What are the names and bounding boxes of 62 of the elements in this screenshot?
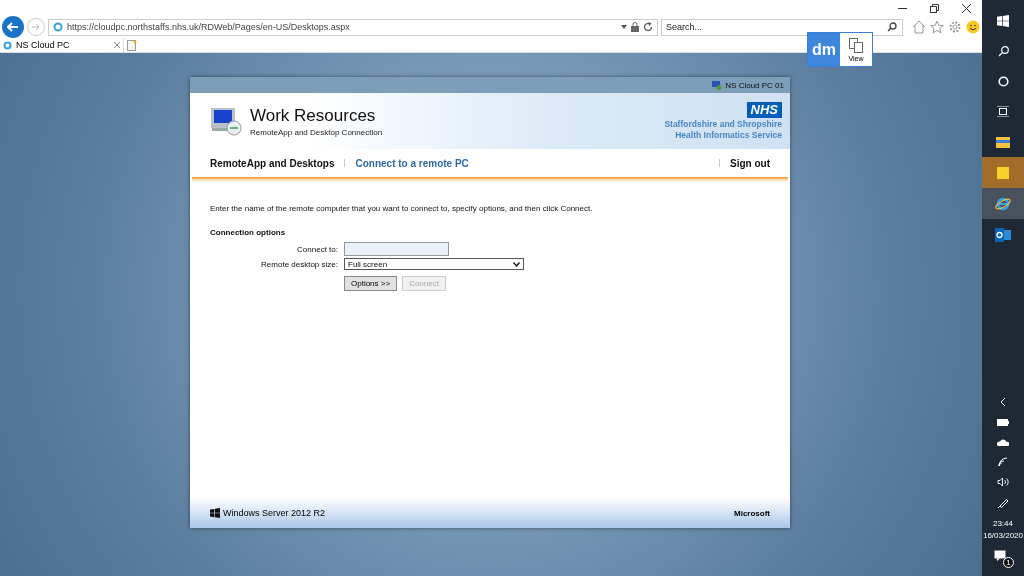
back-button[interactable]: [2, 16, 24, 38]
nav-link[interactable]: RemoteApp and Desktops: [210, 157, 335, 169]
chevron-down-icon: [513, 261, 520, 267]
footer-brand: Microsoft: [734, 508, 770, 518]
field-label: Connect to:: [296, 244, 339, 254]
nav-link[interactable]: Connect to a remote PC: [355, 157, 469, 169]
arrow-right-icon: [31, 23, 41, 31]
settings-icon[interactable]: [948, 20, 962, 34]
refresh-icon[interactable]: [643, 22, 653, 32]
computer-name-field[interactable]: [344, 242, 449, 256]
sign-out-link[interactable]: Sign out: [730, 157, 770, 169]
footer-product: Windows Server 2012 R2: [223, 508, 326, 518]
search-icon[interactable]: [887, 21, 897, 32]
section-heading: Connection options: [210, 228, 287, 237]
mail-o-icon: [995, 227, 1011, 242]
start-icon[interactable]: [997, 15, 1009, 27]
speaker-icon[interactable]: [997, 477, 1009, 487]
home-icon[interactable]: [912, 20, 926, 34]
address-bar[interactable]: https://cloudpc.northstaffs.nhs.uk/RDWeb/Pages/en-US/Desktops.aspx: [48, 18, 658, 36]
page-subtitle: RemoteApp and Desktop Connection: [250, 127, 383, 137]
pen-icon[interactable]: [997, 496, 1009, 508]
padlock-icon: [631, 22, 639, 32]
new-tab-icon[interactable]: [127, 39, 137, 51]
arrow-left-icon: [7, 22, 19, 32]
page-e-icon: [53, 22, 63, 32]
notifications-icon[interactable]: [994, 550, 1006, 561]
dropdown-caret-icon[interactable]: [621, 25, 627, 29]
folder-icon: [996, 135, 1010, 148]
battery-icon[interactable]: [997, 418, 1009, 426]
star-icon[interactable]: [930, 20, 944, 34]
copy-pages-icon: [848, 37, 864, 53]
org-name: Staffordshire and Shropshire: [664, 119, 782, 129]
field-label: Remote desktop size:: [260, 259, 339, 269]
remote-pc-icon: [712, 80, 723, 90]
page-title: Work Resources: [250, 105, 377, 126]
search-field[interactable]: Search...: [661, 18, 903, 36]
windows-logo-icon: [210, 508, 220, 518]
close-tab-icon[interactable]: [114, 42, 120, 48]
browser-tab[interactable]: NS Cloud PC: [0, 38, 124, 52]
close-icon: [961, 3, 971, 13]
clock[interactable]: 23:44 16/03/2020: [982, 518, 1023, 542]
cloud-icon[interactable]: [997, 438, 1009, 446]
note-icon: [997, 166, 1009, 179]
size-dropdown[interactable]: Full screen: [344, 258, 524, 270]
browser-e-icon: [995, 195, 1011, 212]
org-logo: NHS: [746, 102, 782, 118]
wifi-icon[interactable]: [998, 457, 1008, 467]
chevron-left-icon[interactable]: [1000, 397, 1006, 407]
smiley-icon[interactable]: [966, 20, 980, 34]
circle-icon[interactable]: [997, 75, 1009, 87]
restore-icon: [929, 3, 939, 13]
computer-name: NS Cloud PC 01: [725, 80, 784, 90]
search-icon[interactable]: [997, 45, 1009, 57]
org-name: Health Informatics Service: [675, 130, 782, 140]
remote-desktop-icon: [210, 106, 242, 136]
notification-count: 1: [1003, 557, 1014, 568]
minimize-icon: [897, 7, 907, 9]
task-view-icon[interactable]: [997, 105, 1009, 117]
app-logo: dm: [808, 33, 840, 66]
instructions-text: Enter the name of the remote computer that you want to connect to, specify options, and then click Connect.: [210, 204, 594, 213]
page-e-icon: [3, 40, 12, 50]
form-button[interactable]: Options >>: [344, 276, 398, 291]
